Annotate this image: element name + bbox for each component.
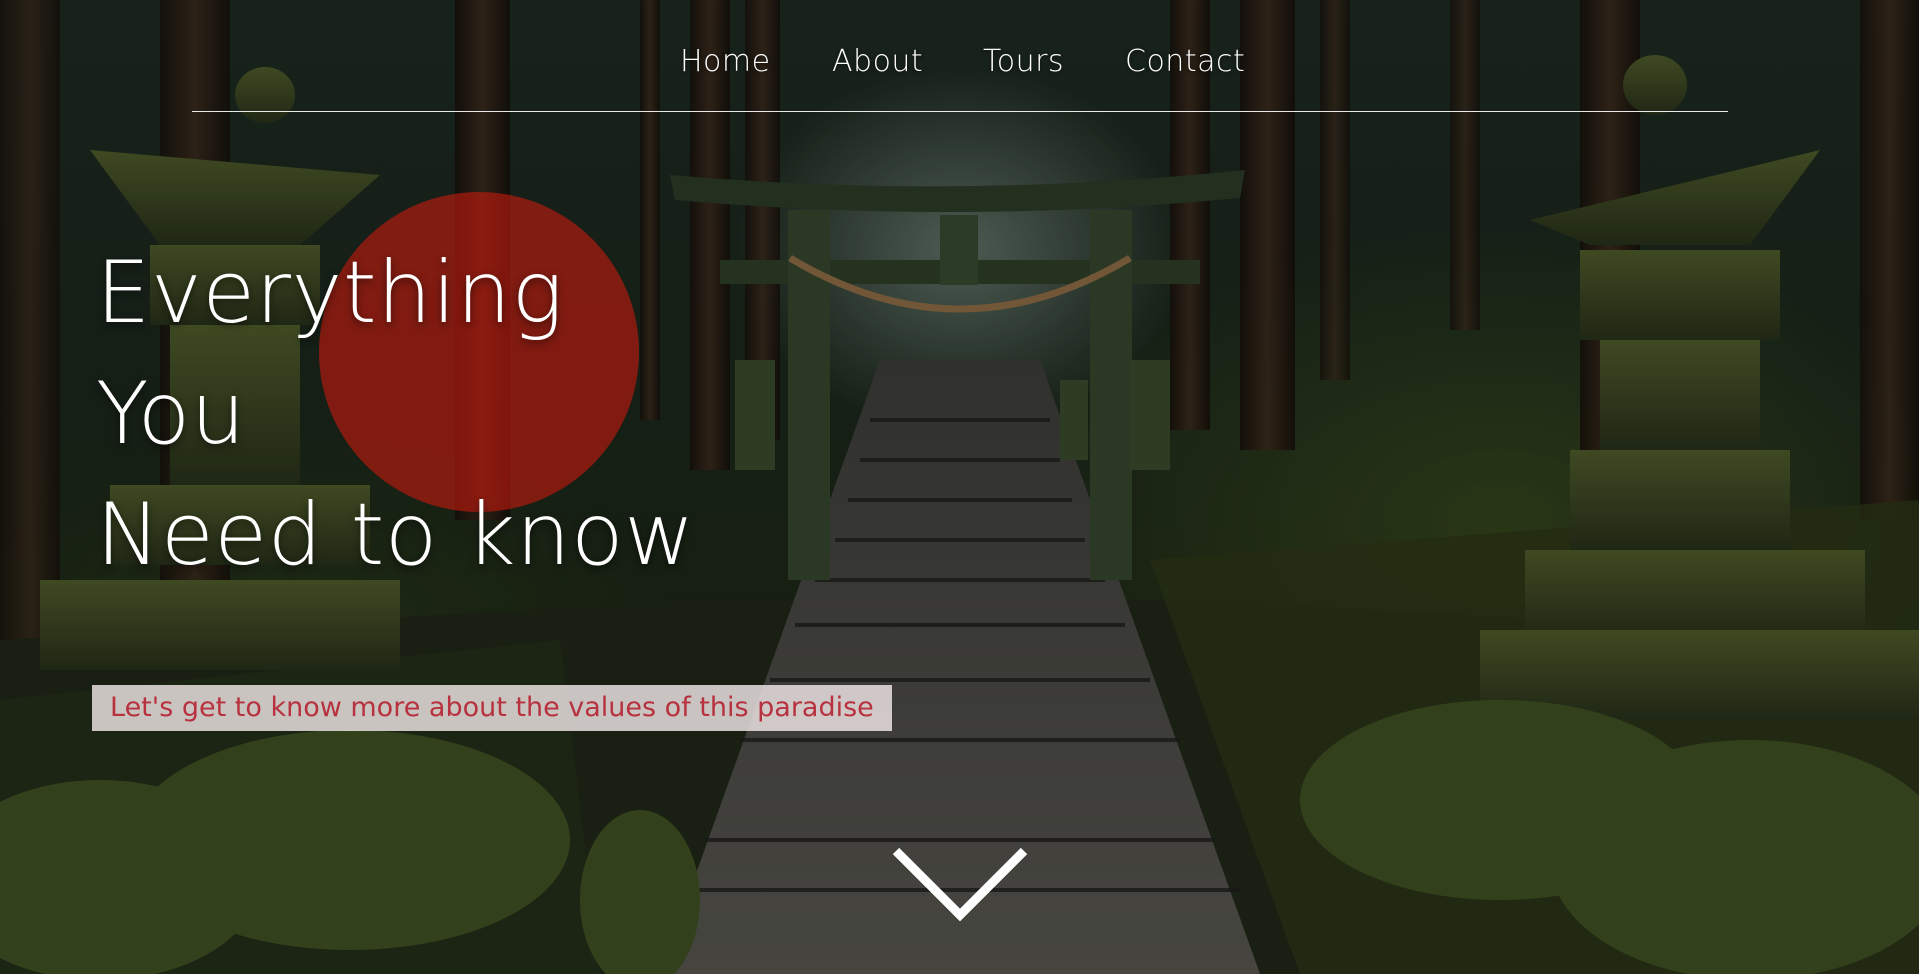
nav-home-link[interactable]: Home: [680, 44, 771, 79]
hero-section: Home About Tours Contact Everything You …: [0, 0, 1919, 974]
scroll-down-button[interactable]: [892, 845, 1028, 925]
nav-about-link[interactable]: About: [832, 44, 923, 79]
headline-line-2: You: [96, 364, 246, 464]
chevron-down-icon: [892, 847, 1028, 922]
hero-headline: Everything You Need to know: [96, 233, 695, 596]
headline-line-3: Need to know: [96, 485, 696, 585]
main-nav: Home About Tours Contact: [0, 44, 1919, 84]
hero-tagline: Let's get to know more about the values …: [92, 685, 892, 731]
nav-tours-link[interactable]: Tours: [983, 44, 1064, 79]
nav-divider: [192, 111, 1728, 112]
headline-line-1: Everything: [96, 243, 564, 343]
nav-contact-link[interactable]: Contact: [1125, 44, 1245, 79]
